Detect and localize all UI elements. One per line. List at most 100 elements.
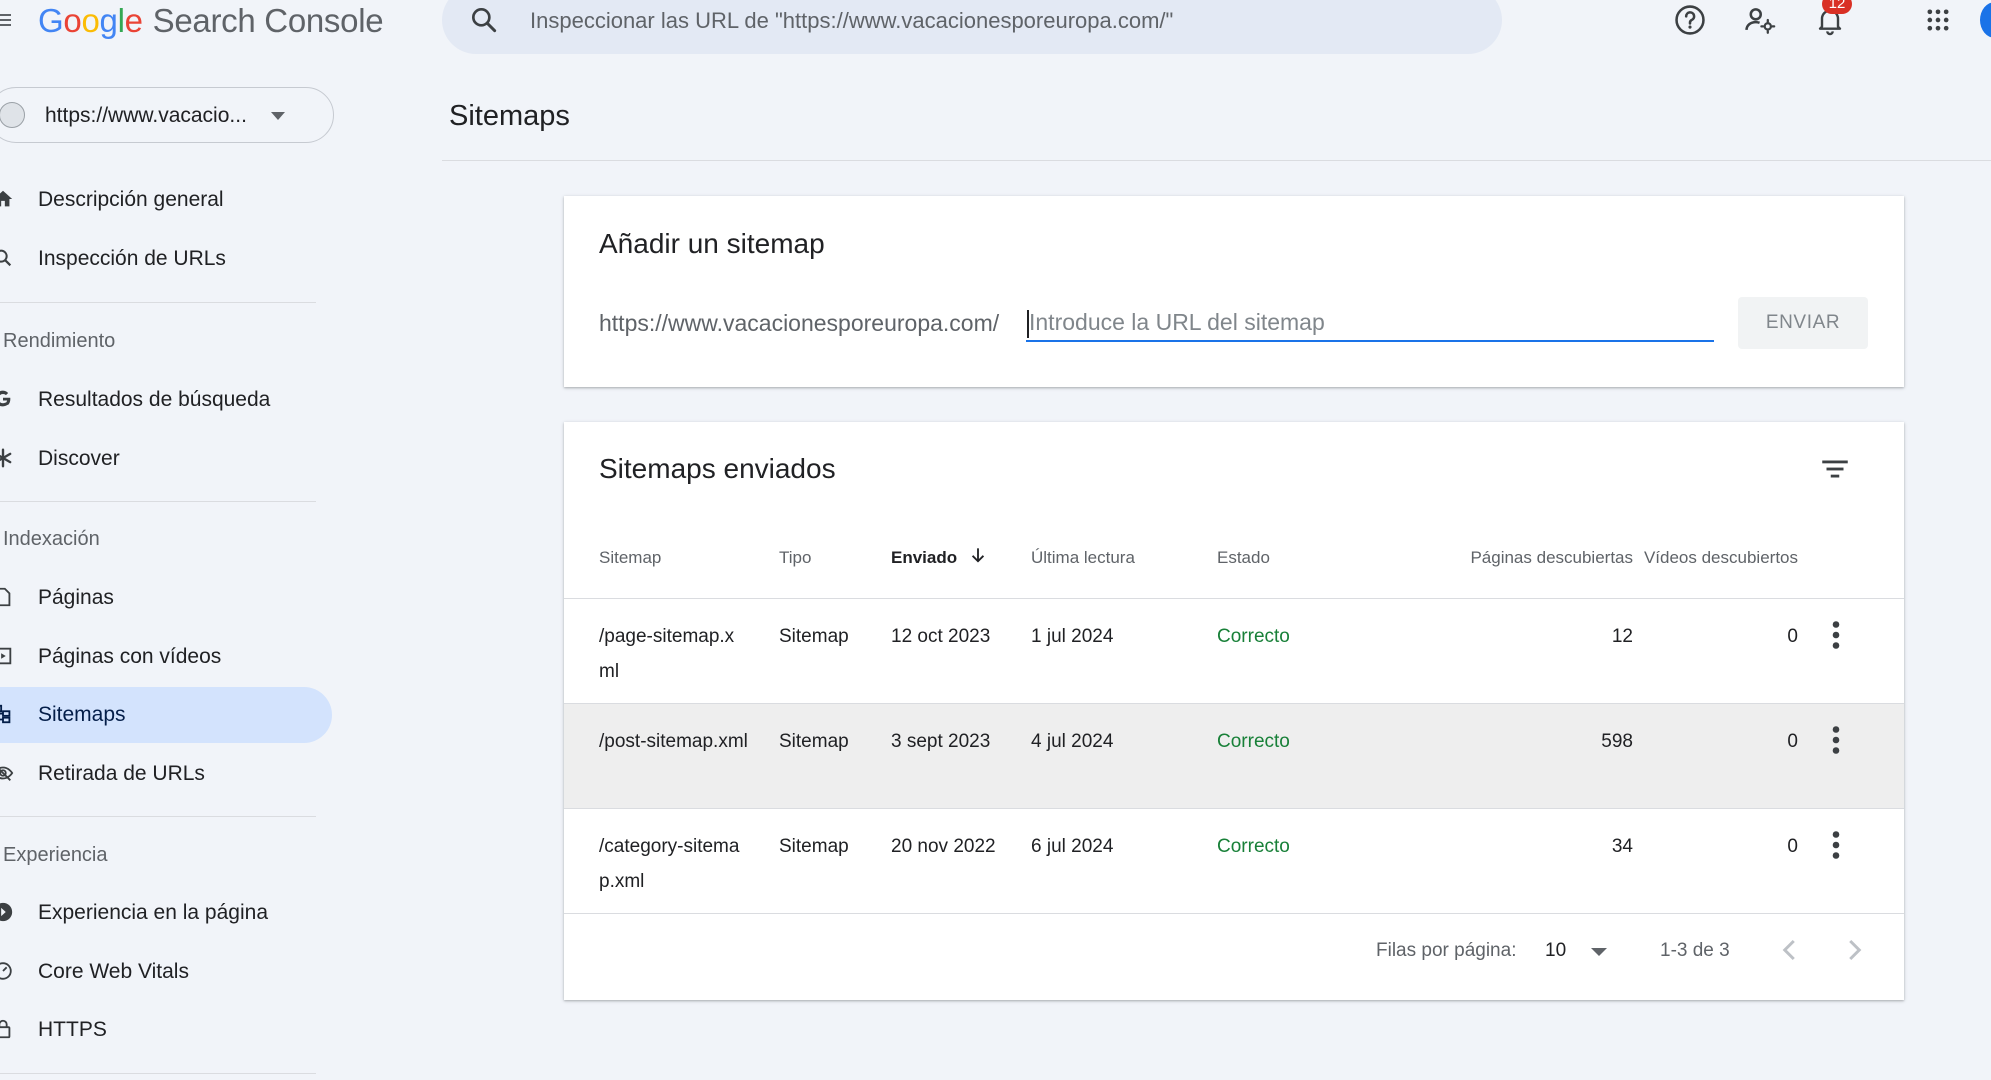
pages-icon	[0, 587, 11, 607]
title-divider	[442, 160, 1991, 161]
sidebar-item-sitemaps[interactable]: Sitemaps	[0, 687, 332, 743]
sidebar-item-video-pages[interactable]: Páginas con vídeos	[0, 629, 332, 685]
sidebar-item-search-results[interactable]: Resultados de búsqueda	[0, 372, 332, 428]
search-icon[interactable]	[468, 4, 500, 36]
logo-letter: l	[117, 2, 125, 39]
sidebar-item-label: Core Web Vitals	[38, 960, 189, 983]
inspect-url-search[interactable]	[442, 0, 1502, 54]
cell-status: Correcto	[1217, 836, 1290, 857]
sidebar-section-indexing: Indexación	[3, 528, 100, 550]
submit-sitemap-button[interactable]: ENVIAR	[1738, 297, 1868, 349]
rows-per-page-label: Filas por página:	[1376, 940, 1517, 961]
lock-icon	[0, 1019, 11, 1039]
logo-letter: o	[81, 2, 100, 39]
chevron-down-icon[interactable]	[1591, 948, 1607, 956]
column-header-sitemap[interactable]: Sitemap	[599, 548, 661, 568]
manage-users-icon[interactable]	[1742, 2, 1778, 38]
more-vert-icon[interactable]	[1818, 617, 1854, 653]
sidebar-item-overview[interactable]: Descripción general	[0, 172, 332, 228]
table-row[interactable]: /page-sitemap.xml Sitemap 12 oct 2023 1 …	[564, 599, 1904, 704]
page-experience-icon	[0, 902, 13, 922]
notifications-badge: 12	[1822, 0, 1852, 14]
sidebar-item-label: Páginas con vídeos	[38, 645, 222, 668]
sidebar-section-performance: Rendimiento	[3, 330, 116, 352]
sitemap-icon	[0, 704, 11, 724]
cell-discovered-pages: 598	[1601, 731, 1633, 752]
more-vert-icon[interactable]	[1818, 827, 1854, 863]
sidebar-item-label: Inspección de URLs	[38, 247, 226, 270]
sitemap-url-input[interactable]	[1026, 304, 1714, 342]
search-console-logo[interactable]: Google Search Console	[38, 0, 384, 42]
pagination-range: 1-3 de 3	[1660, 940, 1730, 961]
sidebar-item-discover[interactable]: Discover	[0, 431, 332, 487]
sidebar-item-label: Resultados de búsqueda	[38, 388, 271, 411]
menu-icon[interactable]	[0, 8, 14, 32]
sidebar-section-experience: Experiencia	[3, 844, 108, 866]
sidebar-item-url-inspection[interactable]: Inspección de URLs	[0, 231, 332, 287]
add-sitemap-title: Añadir un sitemap	[599, 228, 825, 259]
search-icon	[0, 249, 12, 267]
column-header-discovered-videos[interactable]: Vídeos descubiertos	[1604, 548, 1798, 568]
sidebar-item-https[interactable]: HTTPS	[0, 1002, 332, 1058]
table-row[interactable]: /category-sitemap.xml Sitemap 20 nov 202…	[564, 809, 1904, 914]
sidebar-item-label: HTTPS	[38, 1018, 107, 1041]
cell-discovered-pages: 12	[1611, 626, 1633, 647]
sidebar-divider	[0, 1073, 316, 1074]
property-favicon-icon	[0, 102, 25, 128]
search-input[interactable]	[528, 2, 1472, 40]
cell-sitemap: /page-sitemap.xml	[599, 626, 735, 682]
apps-icon[interactable]	[1920, 2, 1956, 38]
product-name: Search Console	[152, 2, 384, 39]
table-row[interactable]: /post-sitemap.xml Sitemap 3 sept 2023 4 …	[564, 704, 1904, 809]
sidebar-item-page-experience[interactable]: Experiencia en la página	[0, 885, 332, 941]
add-sitemap-card: Añadir un sitemap https://www.vacaciones…	[564, 196, 1904, 387]
column-header-type[interactable]: Tipo	[779, 548, 811, 568]
submitted-sitemaps-card: Sitemaps enviados Sitemap Tipo Enviado Ú…	[564, 422, 1904, 1000]
cell-sitemap: /post-sitemap.xml	[599, 731, 748, 752]
chevron-right-icon[interactable]	[1836, 932, 1872, 968]
sidebar-item-pages[interactable]: Páginas	[0, 570, 332, 626]
more-vert-icon[interactable]	[1818, 722, 1854, 758]
arrow-down-icon[interactable]	[968, 544, 988, 566]
video-pages-icon	[0, 647, 12, 665]
logo-letter: e	[124, 2, 143, 39]
sidebar-item-label: Descripción general	[38, 188, 224, 211]
cell-type: Sitemap	[779, 836, 849, 857]
removal-icon	[0, 766, 14, 781]
column-header-discovered-pages[interactable]: Páginas descubiertas	[1389, 548, 1633, 568]
gauge-icon	[0, 962, 12, 980]
logo-letter: g	[99, 2, 118, 39]
help-icon[interactable]	[1672, 2, 1708, 38]
sidebar-item-label: Retirada de URLs	[38, 762, 205, 785]
home-icon	[0, 190, 13, 207]
google-g-icon	[0, 390, 11, 407]
account-avatar[interactable]	[1980, 2, 1991, 38]
page-title: Sitemaps	[449, 100, 570, 132]
rows-per-page-select[interactable]: 10	[1545, 940, 1566, 962]
asterisk-icon	[0, 448, 12, 468]
sidebar-divider	[0, 816, 316, 817]
sidebar-item-core-web-vitals[interactable]: Core Web Vitals	[0, 944, 332, 1000]
cell-discovered-pages: 34	[1611, 836, 1633, 857]
column-header-status[interactable]: Estado	[1217, 548, 1270, 568]
cell-status: Correcto	[1217, 626, 1290, 647]
sidebar-divider	[0, 501, 316, 502]
sidebar-divider	[0, 302, 316, 303]
chevron-left-icon[interactable]	[1772, 932, 1808, 968]
cell-type: Sitemap	[779, 626, 849, 647]
sidebar-item-removals[interactable]: Retirada de URLs	[0, 746, 332, 802]
cell-discovered-videos: 0	[1787, 836, 1798, 857]
column-header-submitted[interactable]: Enviado	[891, 548, 957, 568]
sitemap-url-prefix: https://www.vacacionesporeuropa.com/	[599, 310, 1000, 336]
cell-status: Correcto	[1217, 731, 1290, 752]
chevron-down-icon	[271, 112, 285, 120]
property-selector[interactable]: https://www.vacacio...	[0, 87, 334, 143]
column-header-last-read[interactable]: Última lectura	[1031, 548, 1135, 568]
sidebar-item-label: Páginas	[38, 586, 114, 609]
property-label: https://www.vacacio...	[45, 104, 247, 127]
text-cursor	[1027, 310, 1029, 338]
cell-last-read: 6 jul 2024	[1031, 836, 1114, 857]
filter-icon[interactable]	[1818, 452, 1852, 486]
cell-discovered-videos: 0	[1787, 626, 1798, 647]
sidebar-item-label: Experiencia en la página	[38, 901, 268, 924]
